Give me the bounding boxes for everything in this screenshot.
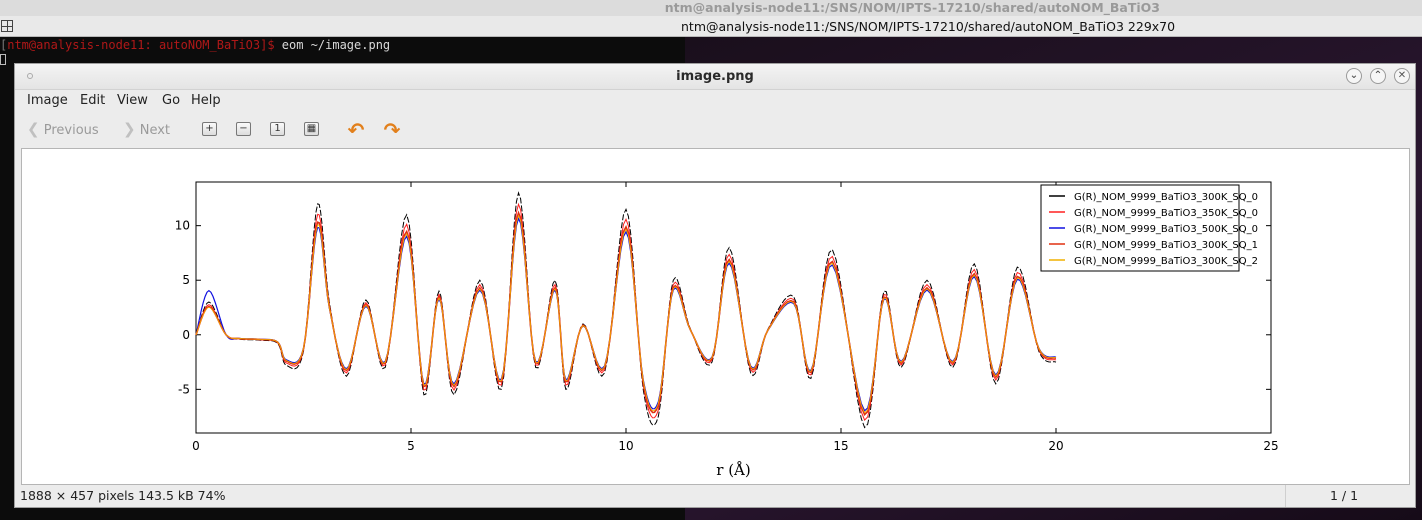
menu-image[interactable]: Image bbox=[27, 90, 68, 112]
window-title: image.png bbox=[676, 69, 754, 84]
zoom-fit-icon[interactable]: ▦ bbox=[304, 122, 319, 136]
y-tick-label: -5 bbox=[178, 382, 190, 396]
gr-plot: 0 5 10 15 20 25 -5 0 5 10 r (Å) G(R)_NOM_9999_BaTiO… bbox=[175, 181, 1279, 479]
menu-edit[interactable]: Edit bbox=[80, 90, 105, 112]
x-tick-label: 10 bbox=[618, 439, 633, 453]
status-image-index: 1 / 1 bbox=[1330, 488, 1359, 503]
menu-go[interactable]: Go bbox=[162, 90, 180, 112]
terminal-command-line: [ntm@analysis-node11: autoNOM_BaTiO3]$ e… bbox=[0, 38, 391, 52]
terminal-prompt: ntm@analysis-node11: autoNOM_BaTiO3]$ bbox=[7, 38, 275, 52]
next-button[interactable]: ❯ Next bbox=[123, 114, 170, 144]
y-tick-label: 5 bbox=[182, 273, 190, 287]
image-viewer-window[interactable]: image.png ⌄ ⌃ ✕ Image Edit View Go Help … bbox=[14, 63, 1416, 508]
menu-view[interactable]: View bbox=[117, 90, 148, 112]
zoom-in-icon[interactable]: + bbox=[202, 122, 217, 136]
toolbar: ❮ Previous ❯ Next + − 1 ▦ ↶ ↷ bbox=[15, 114, 1415, 144]
status-separator bbox=[1285, 485, 1286, 507]
statusbar: 1888 × 457 pixels 143.5 kB 74% 1 / 1 bbox=[15, 485, 1415, 507]
x-axis-label: r (Å) bbox=[716, 461, 750, 479]
status-image-info: 1888 × 457 pixels 143.5 kB 74% bbox=[20, 488, 226, 503]
y-tick-label: 10 bbox=[175, 219, 190, 233]
rotate-right-icon[interactable]: ↷ bbox=[382, 120, 402, 140]
previous-button[interactable]: ❮ Previous bbox=[27, 114, 99, 144]
next-label: Next bbox=[139, 123, 171, 138]
x-tick-label: 5 bbox=[407, 439, 415, 453]
zoom-out-icon[interactable]: − bbox=[236, 122, 251, 136]
legend-label: G(R)_NOM_9999_BaTiO3_300K_SQ_0 bbox=[1074, 192, 1258, 203]
minimize-icon[interactable]: ⌄ bbox=[1346, 68, 1362, 84]
terminal-titlebar[interactable]: ntm@analysis-node11:/SNS/NOM/IPTS-17210/… bbox=[0, 16, 1422, 37]
x-tick-label: 25 bbox=[1263, 439, 1278, 453]
image-canvas[interactable]: 0 5 10 15 20 25 -5 0 5 10 r (Å) G(R)_NOM_9999_BaTiO… bbox=[21, 148, 1410, 485]
close-icon[interactable]: ✕ bbox=[1394, 68, 1410, 84]
terminal-cursor bbox=[0, 54, 6, 65]
window-titlebar[interactable]: image.png ⌄ ⌃ ✕ bbox=[15, 64, 1415, 90]
x-tick-label: 15 bbox=[833, 439, 848, 453]
legend-label: G(R)_NOM_9999_BaTiO3_300K_SQ_1 bbox=[1074, 240, 1258, 251]
zoom-normal-icon[interactable]: 1 bbox=[270, 122, 285, 136]
menu-help[interactable]: Help bbox=[191, 90, 221, 112]
window-menu-dot-icon[interactable] bbox=[27, 73, 33, 79]
arrow-right-icon: ❯ bbox=[123, 120, 136, 138]
legend-label: G(R)_NOM_9999_BaTiO3_300K_SQ_2 bbox=[1074, 256, 1258, 267]
menubar: Image Edit View Go Help bbox=[15, 90, 1415, 112]
x-tick-label: 20 bbox=[1048, 439, 1063, 453]
legend-label: G(R)_NOM_9999_BaTiO3_350K_SQ_0 bbox=[1074, 208, 1258, 219]
previous-label: Previous bbox=[43, 123, 99, 138]
legend-label: G(R)_NOM_9999_BaTiO3_500K_SQ_0 bbox=[1074, 224, 1258, 235]
y-tick-label: 0 bbox=[182, 328, 190, 342]
x-tick-label: 0 bbox=[192, 439, 200, 453]
desktop-top-title: ntm@analysis-node11:/SNS/NOM/IPTS-17210/… bbox=[0, 0, 1422, 16]
rotate-left-icon[interactable]: ↶ bbox=[346, 120, 366, 140]
arrow-left-icon: ❮ bbox=[27, 120, 40, 138]
terminal-title-text: ntm@analysis-node11:/SNS/NOM/IPTS-17210/… bbox=[681, 19, 1176, 34]
terminal-grid-icon[interactable] bbox=[1, 20, 13, 32]
terminal-command: eom ~/image.png bbox=[274, 38, 391, 52]
maximize-icon[interactable]: ⌃ bbox=[1370, 68, 1386, 84]
